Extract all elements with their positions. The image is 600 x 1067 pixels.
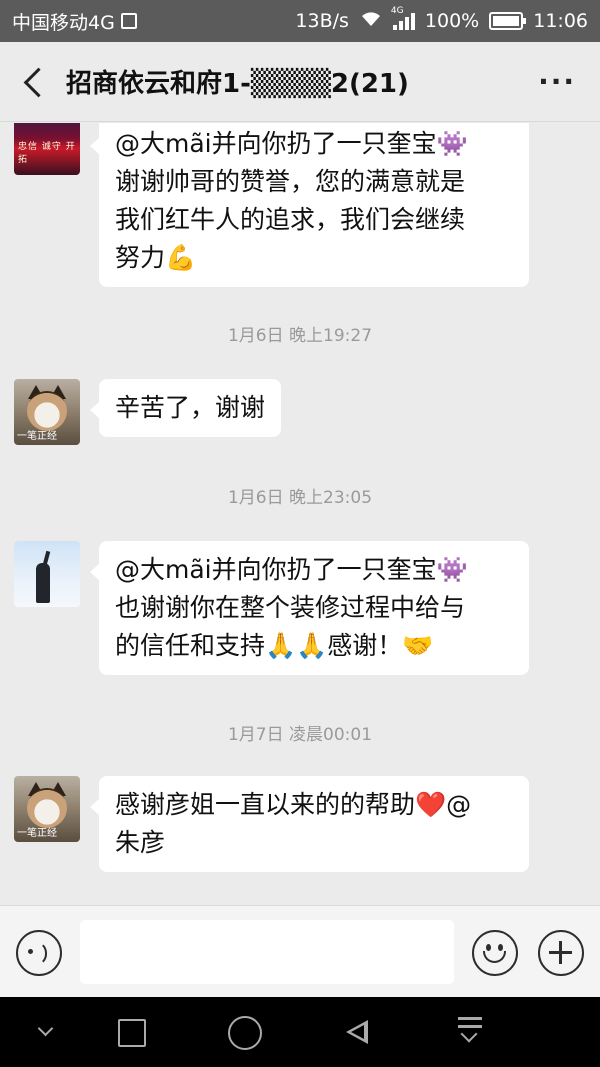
status-bar: 中国移动4G 13B/s 4G 100% 11:06 <box>0 0 600 42</box>
plus-icon[interactable] <box>538 930 584 976</box>
recent-apps-icon[interactable] <box>100 997 160 1067</box>
message-line: 感谢彦姐一直以来的的帮助❤️@ <box>115 790 472 819</box>
message-line: 也谢谢你在整个装修过程中给与 <box>115 593 466 622</box>
message-input[interactable] <box>80 920 454 984</box>
signal-icon: 4G <box>391 6 415 30</box>
emoji-icon[interactable] <box>472 930 518 976</box>
sender-avatar[interactable]: 一笔正经 <box>14 379 80 445</box>
chat-header: 招商依云和府1-▒▒▒▒2(21) ··· <box>0 42 600 122</box>
input-bar <box>0 905 600 997</box>
message-line: @大mãi并向你扔了一只奎宝👾 <box>115 129 468 158</box>
message-line: 朱彦 <box>115 828 166 857</box>
chat-title: 招商依云和府1-▒▒▒▒2(21) <box>66 69 409 99</box>
timestamp: 1月7日 凌晨00:01 <box>227 725 373 745</box>
sender-avatar[interactable]: 忠信 诚守 开拓 <box>14 123 80 175</box>
message-line: 我们红牛人的追求，我们会继续 <box>115 205 466 234</box>
sender-avatar[interactable]: 一笔正经 <box>14 776 80 842</box>
more-options-button[interactable]: ··· <box>538 65 576 98</box>
battery-fill <box>493 16 520 26</box>
network-type: 4G <box>390 6 404 16</box>
nav-down-icon[interactable] <box>16 997 76 1067</box>
notification-pull-icon[interactable] <box>440 997 500 1067</box>
message-line: 辛苦了，谢谢 <box>115 393 266 422</box>
message-list[interactable]: 忠信 诚守 开拓 @大mãi并向你扔了一只奎宝👾 谢谢帅哥的赞誉，您的满意就是 … <box>0 123 600 905</box>
wifi-icon <box>359 10 383 33</box>
message-line: 的信任和支持🙏🙏感谢！🤝 <box>115 631 434 660</box>
carrier-label: 中国移动4G <box>12 11 115 34</box>
back-icon[interactable] <box>328 997 388 1067</box>
message-bubble[interactable]: @大mãi并向你扔了一只奎宝👾 也谢谢你在整个装修过程中给与 的信任和支持🙏🙏感… <box>90 541 529 675</box>
system-nav-bar <box>0 997 600 1067</box>
image-notification-icon <box>120 13 137 29</box>
voice-icon[interactable] <box>16 930 62 976</box>
message-line: @大mãi并向你扔了一只奎宝👾 <box>115 555 468 584</box>
message-line: 谢谢帅哥的赞誉，您的满意就是 <box>115 167 466 196</box>
message-bubble[interactable]: 辛苦了，谢谢 <box>89 379 282 437</box>
back-button[interactable] <box>14 62 54 102</box>
message-bubble[interactable]: @大mãi并向你扔了一只奎宝👾 谢谢帅哥的赞誉，您的满意就是 我们红牛人的追求，… <box>90 123 529 287</box>
home-icon[interactable] <box>214 997 274 1067</box>
network-speed: 13B/s <box>295 10 349 32</box>
battery-percent: 100% <box>424 10 480 32</box>
timestamp: 1月6日 晚上23:05 <box>227 488 373 508</box>
timestamp: 1月6日 晚上19:27 <box>227 326 373 346</box>
clock: 11:06 <box>533 10 588 32</box>
message-bubble[interactable]: 感谢彦姐一直以来的的帮助❤️@ 朱彦 <box>90 776 529 872</box>
avatar-banner-text: 忠信 诚守 开拓 <box>18 142 76 165</box>
message-line: 努力💪 <box>115 243 197 272</box>
sender-avatar[interactable] <box>14 541 80 607</box>
battery-icon <box>489 12 527 30</box>
avatar-caption: 一笔正经 <box>17 431 57 442</box>
avatar-caption: 一笔正经 <box>17 828 57 839</box>
